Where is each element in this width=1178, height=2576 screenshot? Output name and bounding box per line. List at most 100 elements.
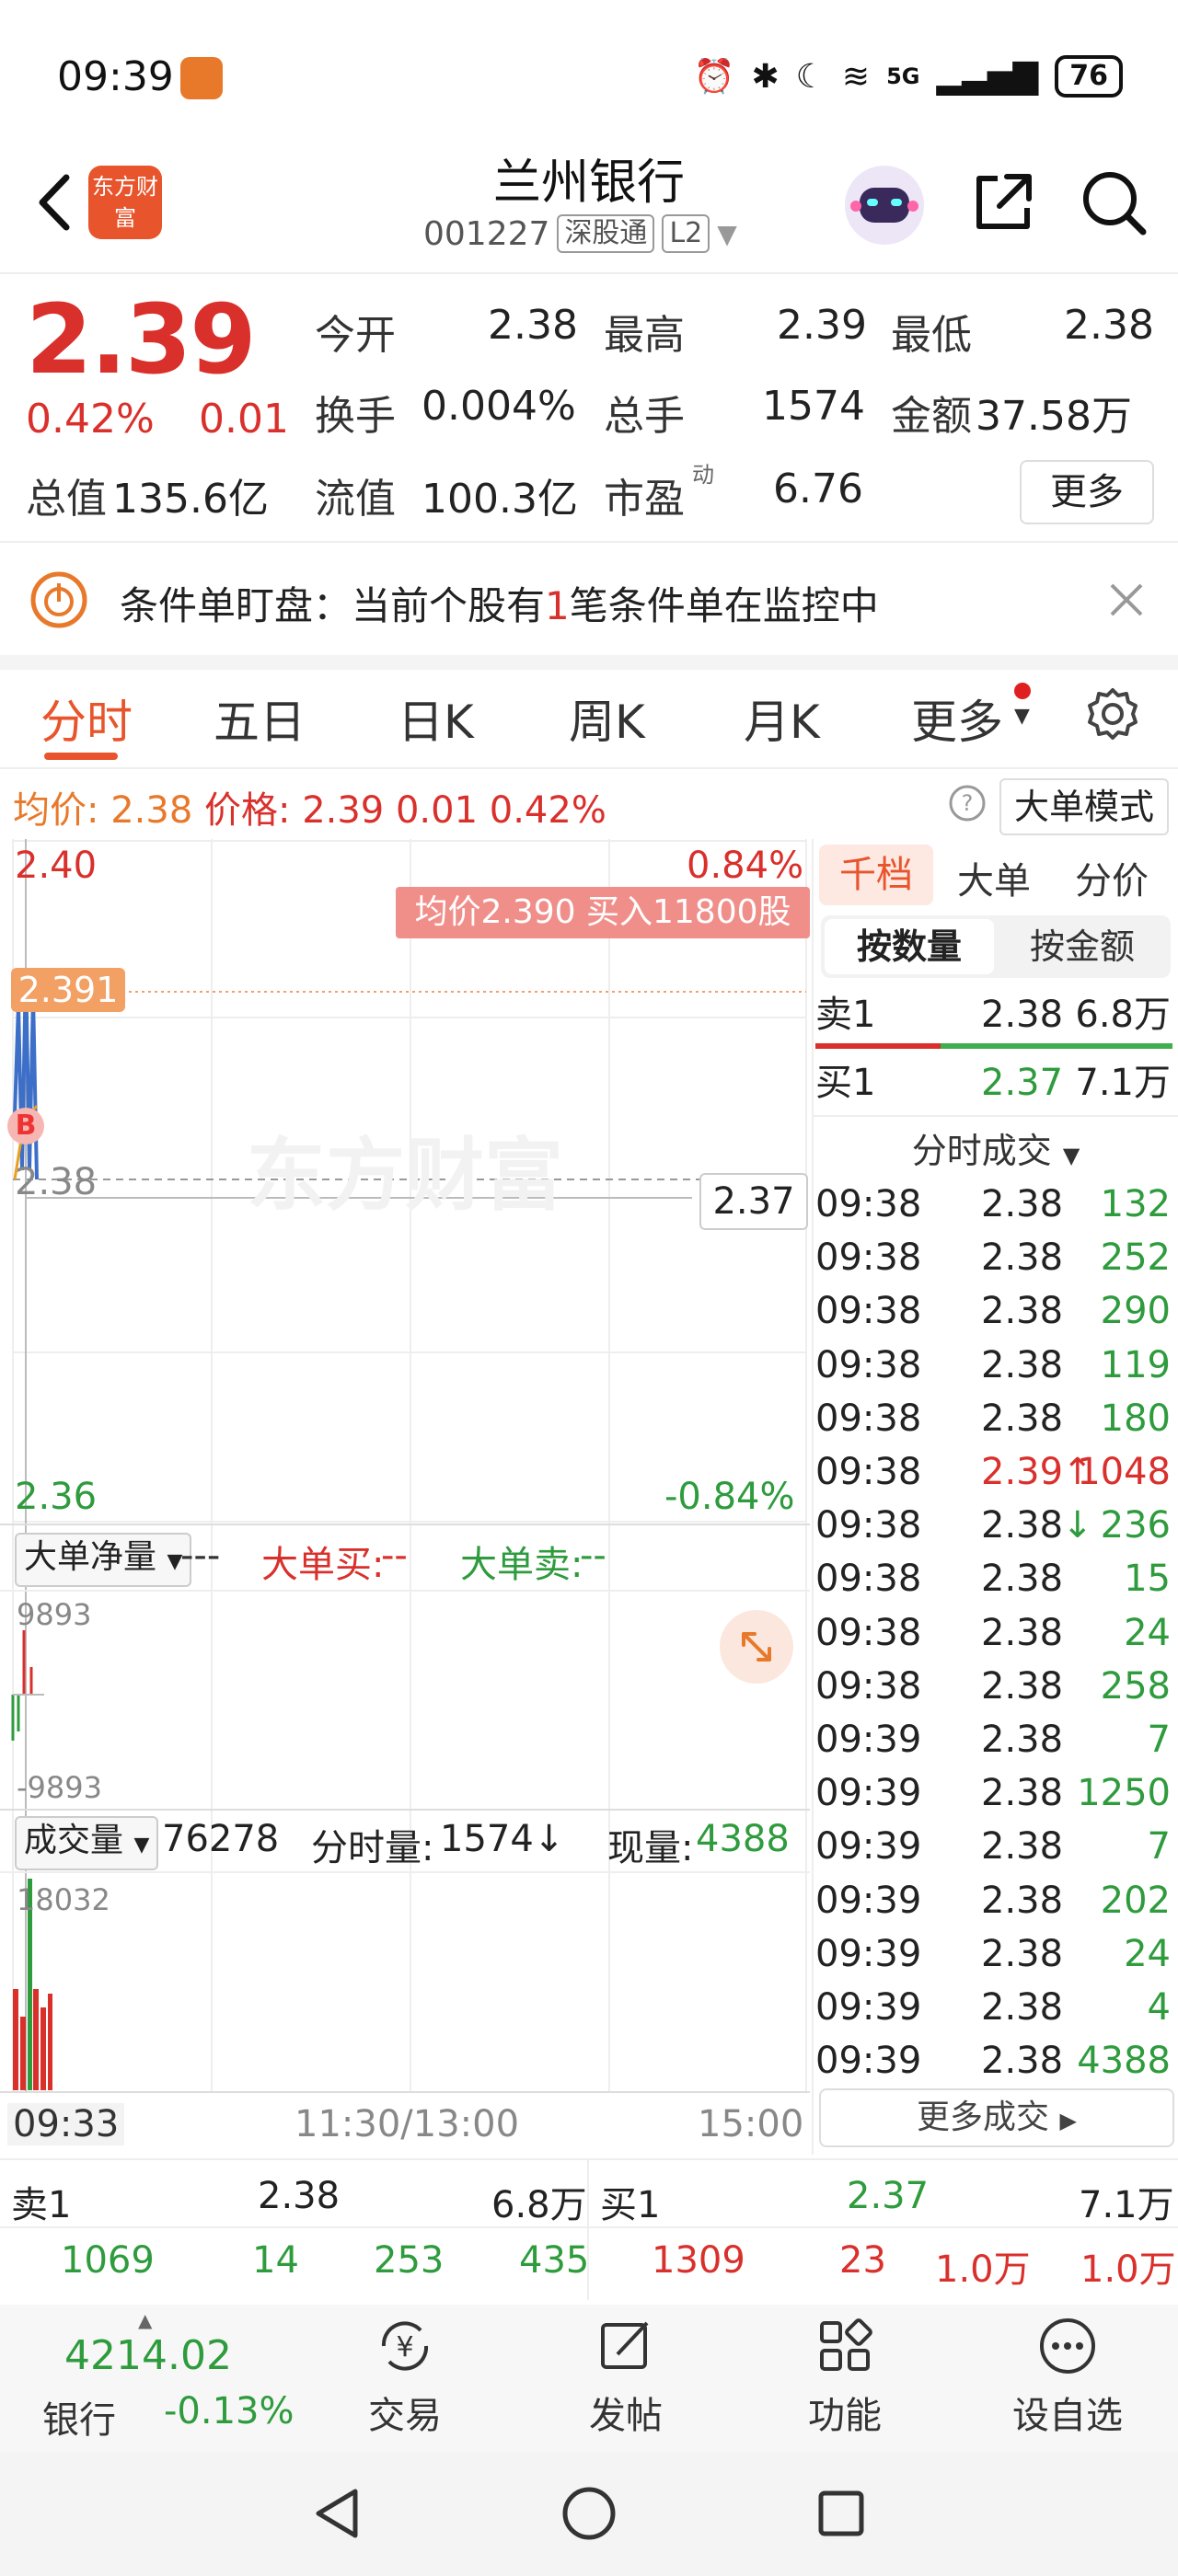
nav-add-watchlist[interactable]: 设自选 [976,2314,1160,2439]
tick-price: 2.38 [981,1879,1064,1922]
low-label: 最低 [891,312,972,359]
tab-weekly-k[interactable]: 周K [569,685,645,752]
high-value: 2.39 [777,302,867,349]
tick-row: 09:39 2.38 1250 [815,1766,1174,1820]
tab-more[interactable]: 更多 [911,685,1003,752]
target-icon [30,571,87,628]
home-circle-icon[interactable] [560,2484,618,2543]
price-pct: 0.42% [489,789,606,832]
tick-time: 09:38 [815,1611,922,1654]
nav-function[interactable]: 功能 [753,2314,937,2439]
open-label: 今开 [315,312,396,359]
trade-bubble[interactable]: 均价2.390 买入11800股 [396,887,810,938]
nav-post[interactable]: 发帖 [534,2314,718,2439]
buy-marker[interactable]: B [7,1108,44,1144]
tick-row: 09:38 2.38 132 [815,1178,1174,1231]
big-buy-value: -- [381,1535,408,1577]
buy1-qty: 7.1万 [1075,1062,1171,1104]
tick-price: 2.38 [981,1183,1064,1225]
back-triangle-icon[interactable] [309,2484,364,2543]
tick-volume: 1250 [1077,1772,1171,1815]
tab-big-orders[interactable]: 大单 [957,851,1031,904]
float-value: 100.3亿 [422,476,578,523]
notification-dot [1014,683,1031,699]
y-axis-bottom-pct: -0.84% [664,1476,795,1518]
tick-volume: 132 [1100,1183,1171,1225]
mktcap-value: 135.6亿 [112,476,269,523]
tick-row: 09:39 2.38 7 [815,1820,1174,1873]
banner-text-pre: 条件单盯盘：当前个股有 [120,583,546,628]
ticks-title-label: 分时成交 [911,1131,1052,1171]
ticks-title[interactable]: 分时成交 ▼ [814,1122,1178,1173]
tick-price: 2.38 [981,1719,1064,1761]
more-trades-button[interactable]: 更多成交 ▶ [819,2088,1174,2147]
recents-square-icon[interactable] [814,2486,869,2541]
tick-volume: 236 [1100,1504,1171,1547]
tick-time: 09:38 [815,1664,922,1708]
condition-banner-text: 条件单盯盘：当前个股有1笔条件单在监控中 [120,575,879,631]
index-pct: -0.13% [164,2390,294,2432]
segment-by-quantity[interactable]: 按数量 [825,919,994,974]
sell1-price: 2.38 [981,994,1064,1036]
battery-icon: 76 [1055,55,1123,98]
caret-up-icon: ▲ [138,2309,153,2331]
low-value: 2.38 [1064,302,1154,349]
expand-icon[interactable] [720,1610,793,1684]
volume-total: 76278 [162,1818,280,1860]
tick-row: 09:39 2.38 202 [815,1874,1174,1927]
banner-text-post: 笔条件单在监控中 [569,583,879,628]
tick-volume: 252 [1100,1236,1171,1280]
tick-volume: 202 [1100,1879,1171,1922]
tick-volume: 24 [1124,1932,1171,1975]
divider [814,1115,1178,1117]
tab-intraday[interactable]: 分时 [40,685,133,752]
net-volume-selector[interactable]: 大单净量 ▼ [15,1533,192,1587]
volume-selector[interactable]: 成交量 ▼ [15,1816,159,1870]
more-dots-icon [1040,2318,1095,2374]
big-order-mode-button[interactable]: 大单模式 [999,778,1169,835]
more-button[interactable]: 更多 [1020,460,1154,524]
pe-value: 6.76 [773,466,863,512]
vol-axis-max: 18032 [17,1882,110,1917]
tick-price: 2.38 [981,1397,1064,1440]
tab-price-distribution[interactable]: 分价 [1075,851,1149,904]
segment-by-amount[interactable]: 按金额 [1003,919,1161,974]
tab-monthly-k[interactable]: 月K [744,685,820,752]
pe-label: 市盈 [604,476,685,523]
nav-function-label: 功能 [808,2395,882,2437]
gear-icon[interactable] [1084,685,1141,742]
chart-watermark: 东方财富 [247,1130,563,1222]
tick-time: 09:39 [815,1986,922,2029]
tick-time: 09:39 [815,1825,922,1869]
search-icon[interactable] [1077,166,1150,239]
bottom-buy1-label: 买1 [600,2184,661,2226]
share-icon[interactable] [966,166,1040,239]
tab-daily-k[interactable]: 日K [398,685,474,752]
stock-code-row[interactable]: 001227 深股通 L2 ▼ [423,214,737,253]
amount-label: 金额 [891,393,972,440]
dropdown-icon[interactable]: ▼ [717,219,737,249]
robot-avatar[interactable] [845,166,924,245]
close-icon[interactable] [1104,578,1149,622]
tab-order-depth[interactable]: 千档 [819,845,933,905]
tick-direction: ↓ [1062,1504,1093,1547]
tick-price: 2.38 [981,1236,1064,1280]
nav-trade[interactable]: ¥ 交易 [313,2314,497,2439]
tab-five-day[interactable]: 五日 [214,685,306,752]
tick-volume: 24 [1124,1611,1171,1654]
help-icon[interactable]: ? [948,784,987,822]
tick-volume: 258 [1100,1664,1171,1708]
tick-volume: 4 [1147,1986,1171,2029]
nav-post-label: 发帖 [589,2395,663,2437]
index-name[interactable]: 银行 [42,2390,116,2444]
tick-time: 09:39 [815,1932,922,1975]
tick-row: 09:39 2.38 24 [815,1927,1174,1981]
yen-cycle-icon: ¥ [381,2321,429,2371]
index-value[interactable]: 4214.02 [64,2332,232,2379]
tick-row: 09:38 2.38 ↓ 236 [815,1499,1174,1552]
tick-time: 09:39 [815,1879,922,1922]
nav-trade-label: 交易 [368,2395,442,2437]
tick-time: 09:39 [815,1772,922,1815]
buy1-price: 2.37 [981,1062,1064,1104]
amount-value: 37.58万 [976,393,1132,440]
